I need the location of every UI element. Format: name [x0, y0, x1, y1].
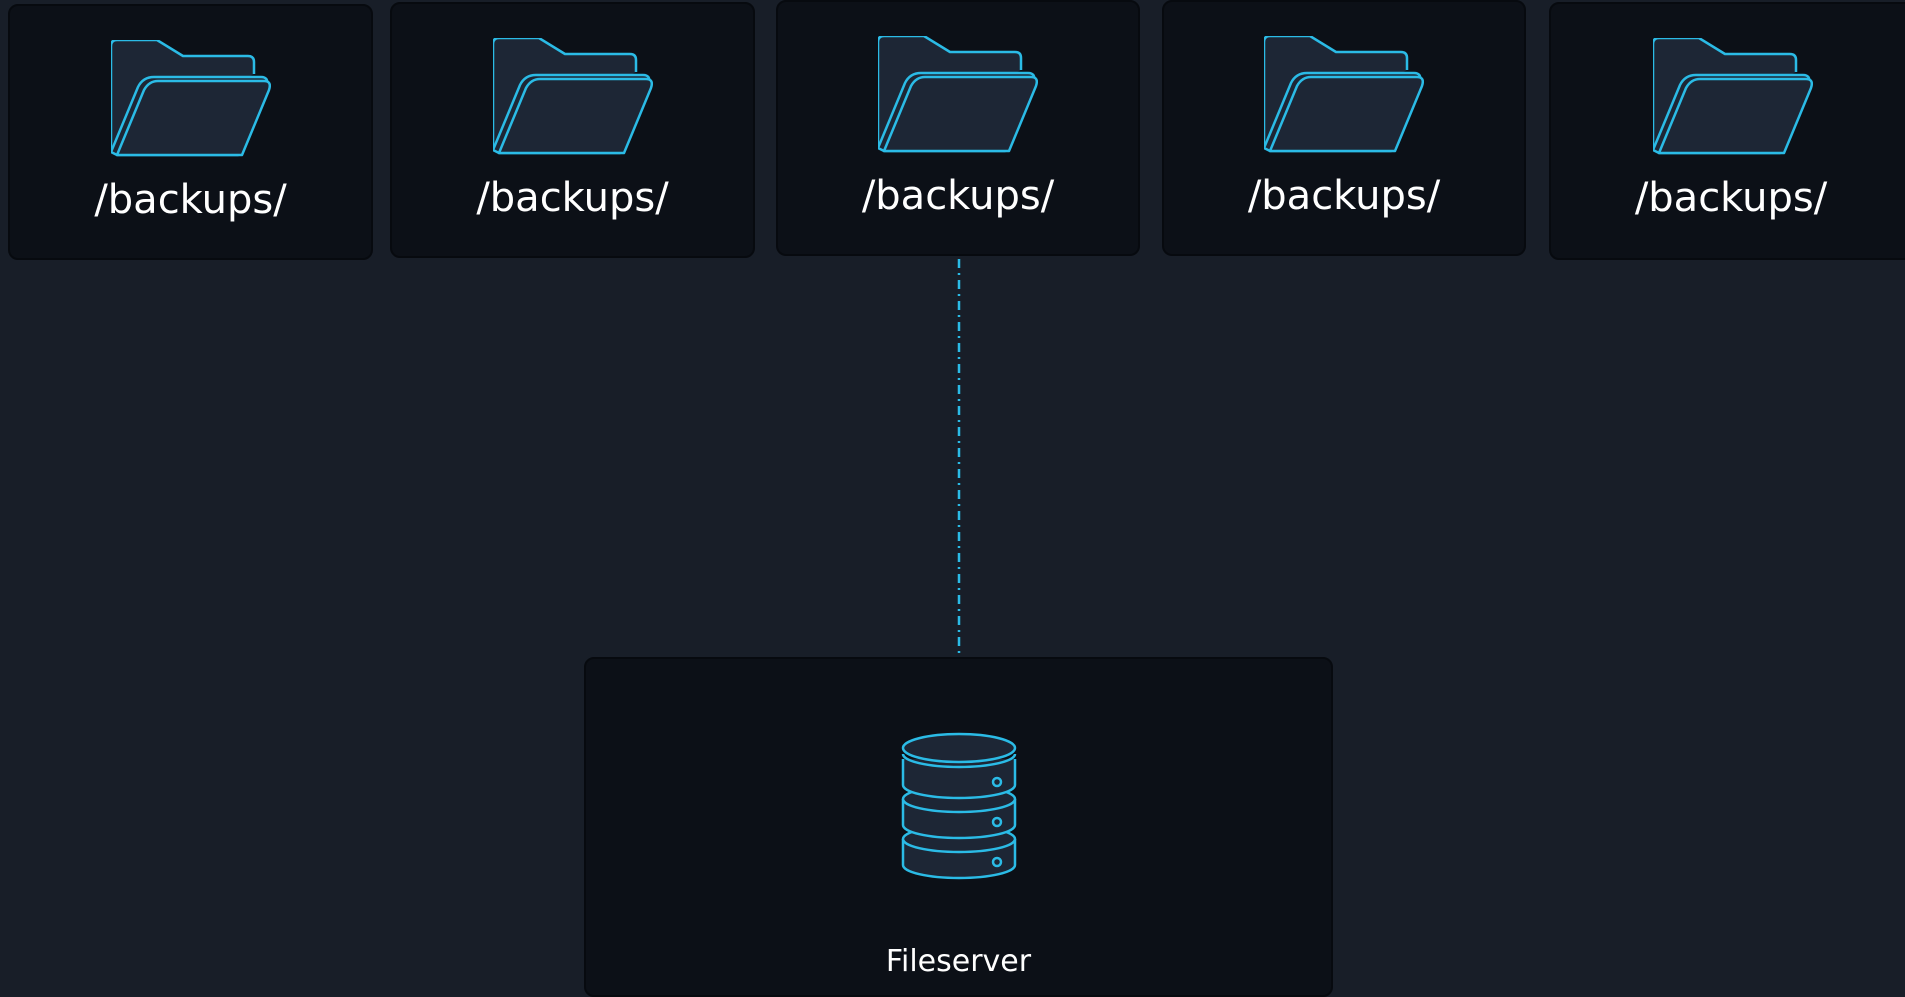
folder-label: /backups/ [1634, 175, 1828, 221]
fileserver-label: Fileserver [885, 944, 1032, 979]
database-icon [901, 732, 1016, 880]
folder-open-icon [1264, 36, 1424, 153]
folder-card-5[interactable]: /backups/ [1549, 2, 1905, 260]
fileserver-card[interactable]: Fileserver [584, 657, 1333, 997]
folder-label: /backups/ [476, 175, 669, 221]
folder-open-icon [492, 38, 653, 155]
folder-card-4[interactable]: /backups/ [1162, 0, 1526, 256]
folder-open-icon [878, 36, 1038, 153]
folder-open-icon [1653, 38, 1813, 155]
folder-label: /backups/ [861, 173, 1055, 219]
folder-label: /backups/ [1247, 173, 1441, 219]
folder-card-3[interactable]: /backups/ [776, 0, 1140, 256]
folder-card-1[interactable]: /backups/ [8, 4, 373, 260]
folder-card-2[interactable]: /backups/ [390, 2, 755, 258]
folder-open-icon [110, 40, 271, 157]
connection-line [957, 259, 961, 657]
folder-label: /backups/ [94, 177, 287, 223]
